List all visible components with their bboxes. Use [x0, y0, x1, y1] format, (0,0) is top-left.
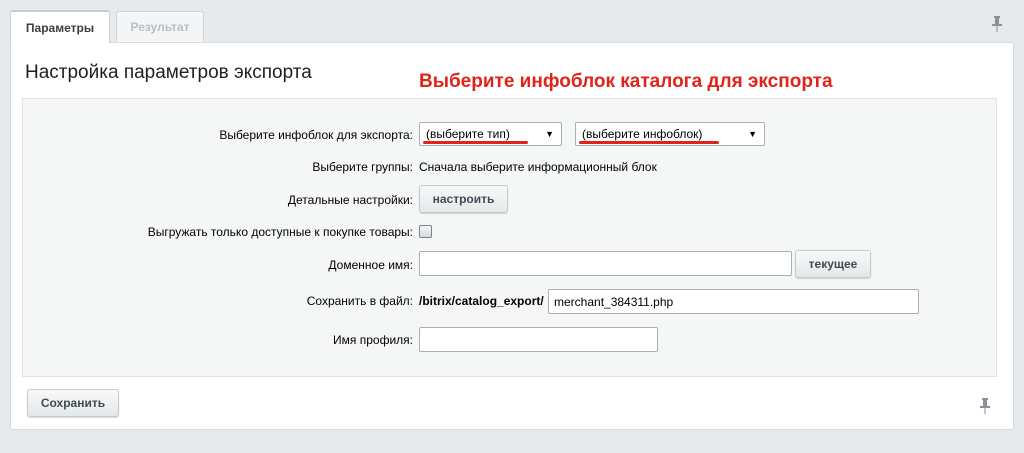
iblock-select-value: (выберите инфоблок) — [582, 127, 703, 141]
file-label: Сохранить в файл: — [306, 294, 413, 308]
groups-label: Выберите группы: — [312, 160, 413, 174]
dropdown-arrow-icon: ▼ — [545, 129, 554, 139]
configure-button[interactable]: настроить — [419, 185, 508, 213]
domain-label: Доменное имя: — [328, 258, 413, 272]
available-checkbox[interactable] — [419, 225, 432, 238]
profile-label: Имя профиля: — [333, 333, 413, 347]
highlight-underline — [579, 141, 719, 144]
current-domain-button[interactable]: текущее — [795, 250, 871, 278]
tab-parameters[interactable]: Параметры — [10, 10, 110, 43]
file-name-input[interactable]: merchant_384311.php — [548, 289, 919, 314]
available-label: Выгружать только доступные к покупке тов… — [147, 225, 413, 239]
save-button[interactable]: Сохранить — [27, 389, 119, 417]
pin-icon[interactable] — [980, 398, 990, 414]
type-select-value: (выберите тип) — [426, 127, 510, 141]
tab-parameters-label: Параметры — [25, 20, 95, 35]
pin-icon[interactable] — [992, 16, 1002, 32]
dropdown-arrow-icon: ▼ — [748, 129, 757, 139]
highlight-underline — [423, 141, 528, 144]
detail-label: Детальные настройки: — [287, 193, 413, 207]
domain-input[interactable] — [419, 251, 792, 276]
iblock-label: Выберите инфоблок для экспорта: — [219, 128, 413, 142]
annotation-text: Выберите инфоблок каталога для экспорта — [419, 71, 833, 92]
tab-result[interactable]: Результат — [116, 11, 204, 42]
page-title: Настройка параметров экспорта — [25, 62, 312, 83]
profile-name-input[interactable] — [419, 327, 658, 352]
groups-value: Сначала выберите информационный блок — [419, 160, 657, 174]
tab-result-label: Результат — [130, 20, 190, 34]
file-path-prefix: /bitrix/catalog_export/ — [419, 294, 544, 308]
